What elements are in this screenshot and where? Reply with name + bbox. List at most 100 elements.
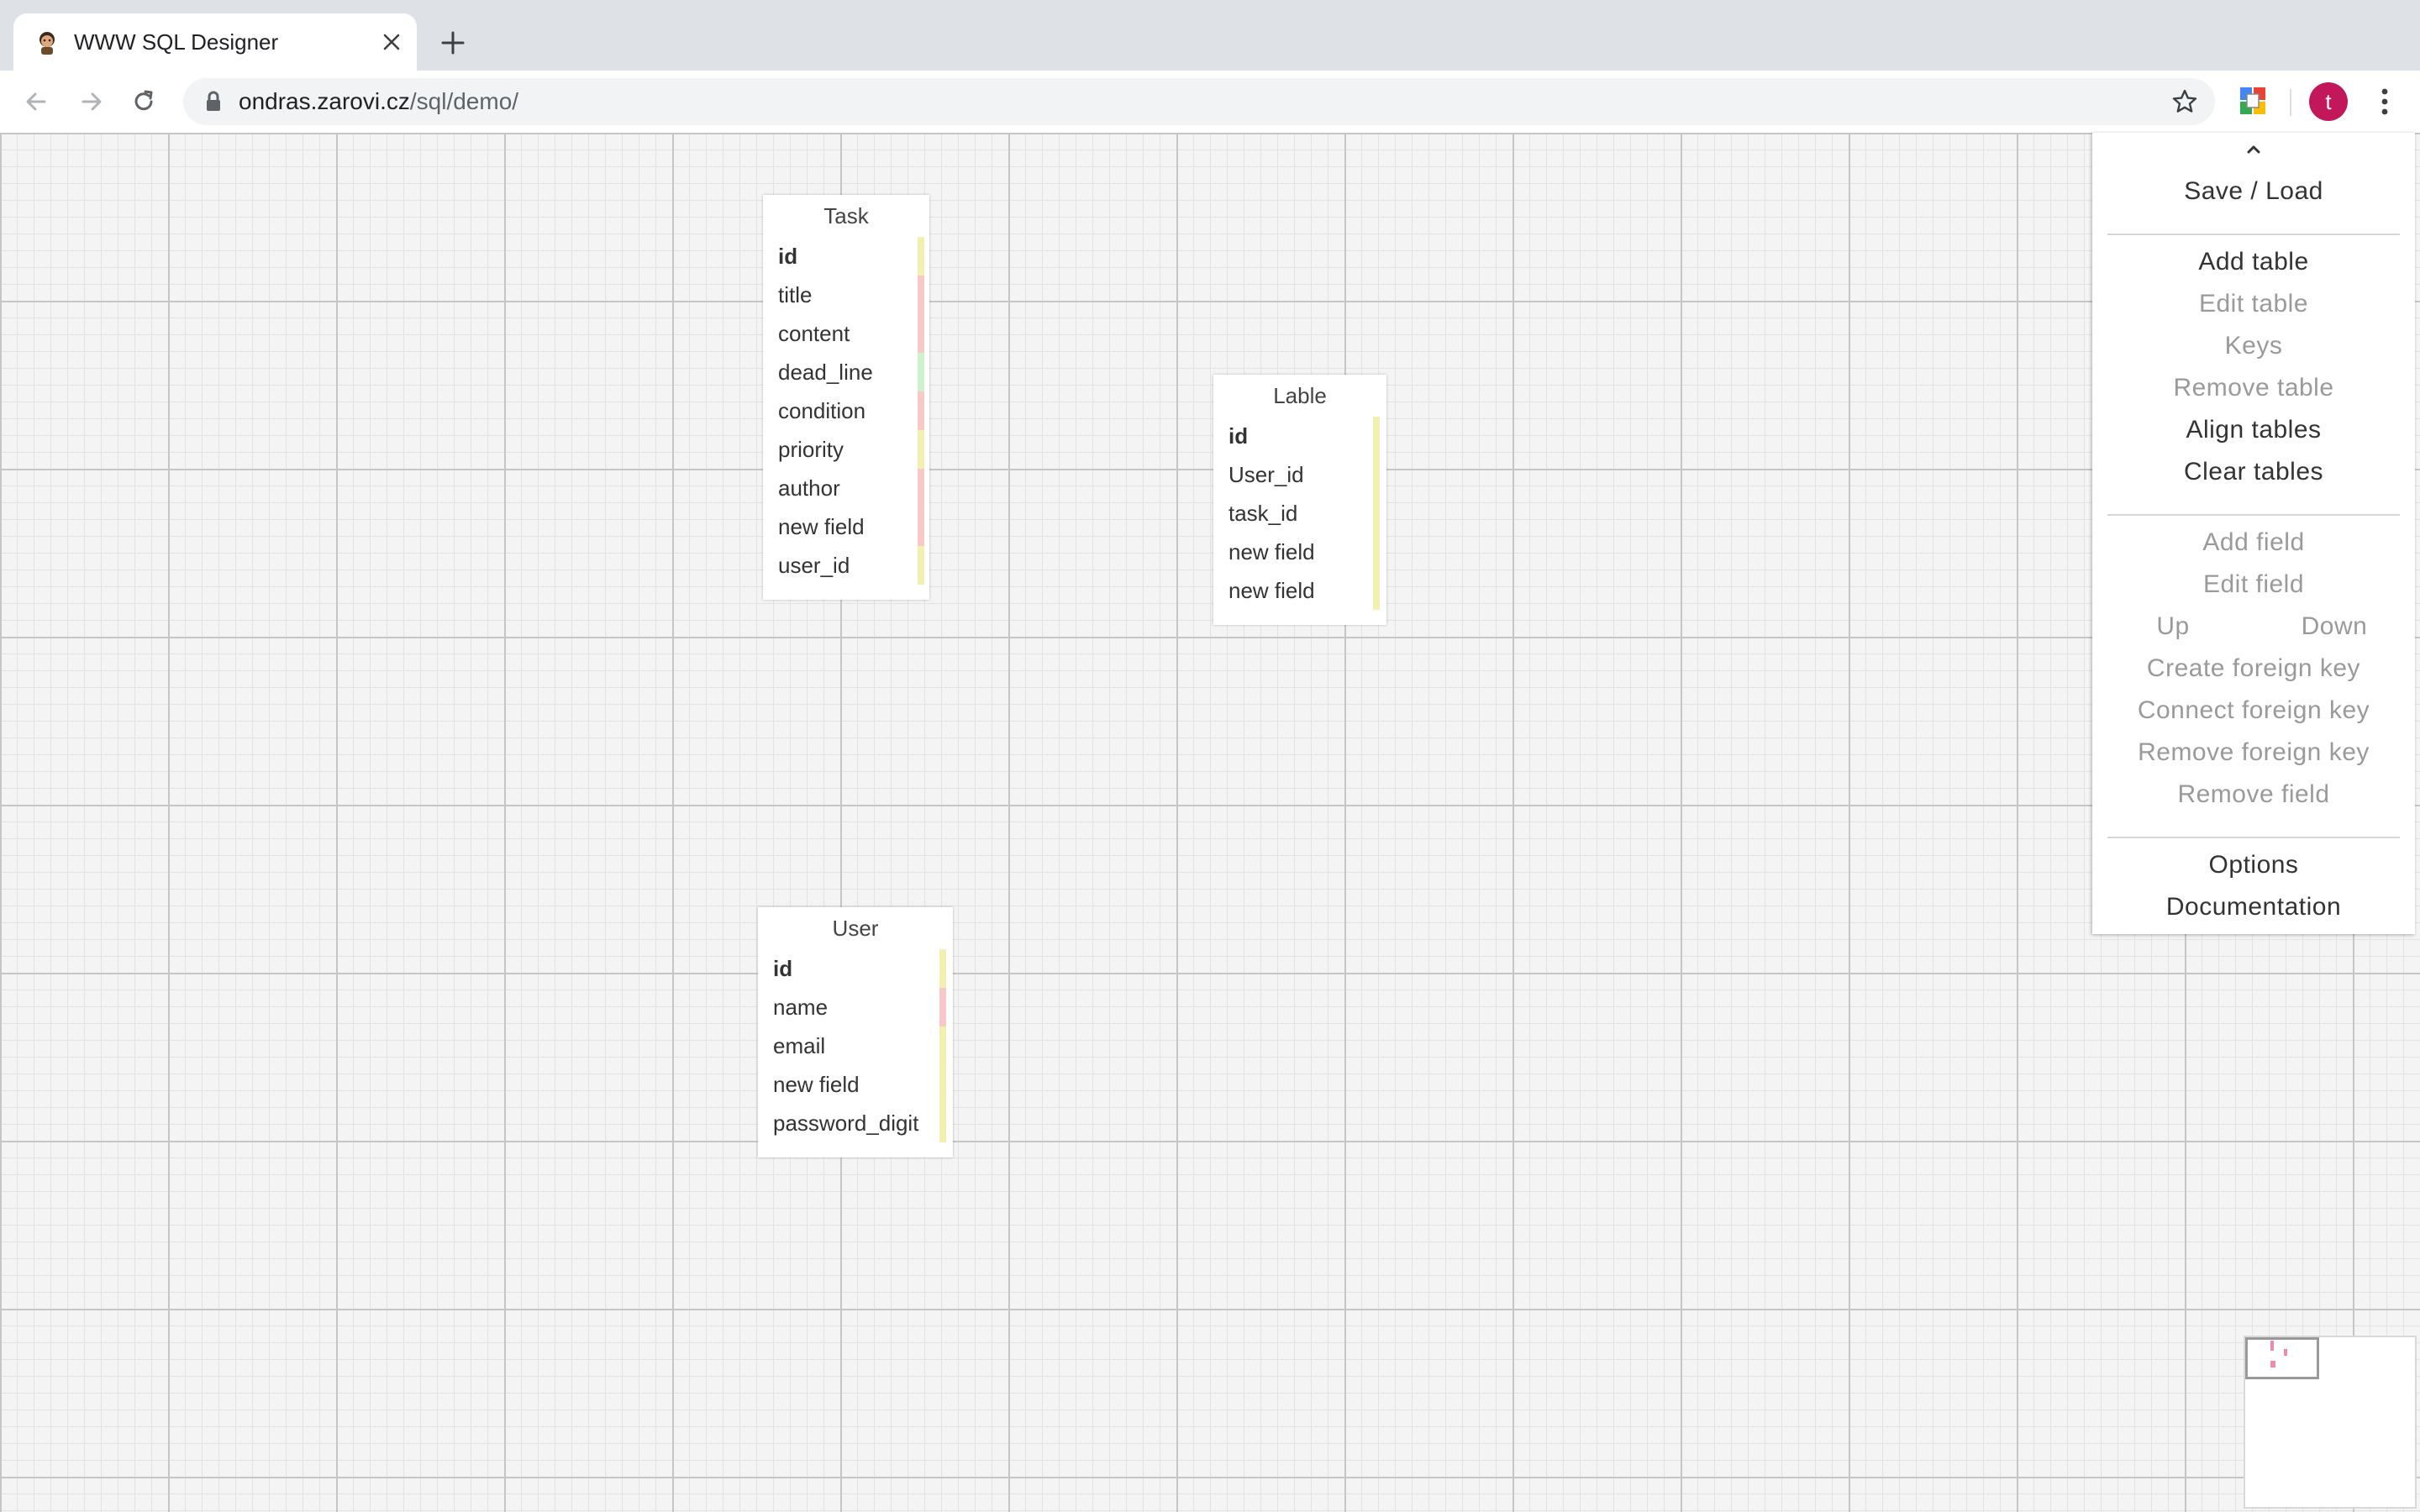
table-fields: id title content dead_line condition priority…: [763, 237, 929, 585]
url-text[interactable]: ondras.zarovi.cz/sql/demo/: [239, 88, 518, 115]
field-type-marker: [918, 237, 924, 276]
save-load-button[interactable]: Save / Load: [2092, 175, 2415, 208]
field-name: content: [778, 321, 850, 346]
field-down-button[interactable]: Down: [2254, 610, 2415, 643]
field-name: new field: [1228, 539, 1315, 564]
browser-tab[interactable]: WWW SQL Designer: [13, 13, 417, 71]
profile-avatar[interactable]: t: [2309, 82, 2348, 121]
table-fields: id User_id task_idnew field new field: [1213, 417, 1386, 610]
field-type-marker: [939, 988, 946, 1026]
field-row[interactable]: User_id: [1213, 455, 1386, 494]
remove-table-button[interactable]: Remove table: [2092, 371, 2415, 405]
field-row[interactable]: task_id: [1213, 494, 1386, 533]
remove-foreign-key-button[interactable]: Remove foreign key: [2092, 736, 2415, 769]
reload-icon[interactable]: [124, 82, 163, 121]
minimap-table-lable: [2284, 1349, 2287, 1356]
back-icon[interactable]: [17, 82, 55, 121]
bookmark-star-icon[interactable]: [2171, 88, 2198, 115]
design-canvas[interactable]: Task id title content dead_line condition pri…: [0, 133, 2420, 1512]
menu-divider: [2107, 234, 2400, 235]
field-name: title: [778, 282, 813, 307]
remove-field-button[interactable]: Remove field: [2092, 778, 2415, 811]
browser-toolbar: ondras.zarovi.cz/sql/demo/ t: [0, 71, 2420, 133]
minimap-viewport[interactable]: [2245, 1337, 2319, 1379]
keys-button[interactable]: Keys: [2092, 329, 2415, 363]
field-name: id: [1228, 423, 1249, 449]
clear-tables-button[interactable]: Clear tables: [2092, 455, 2415, 489]
field-row[interactable]: priority: [763, 430, 929, 469]
menu-divider: [2107, 837, 2400, 838]
field-name: name: [773, 995, 829, 1020]
field-name: id: [778, 244, 798, 269]
field-name: author: [778, 475, 840, 501]
field-up-button[interactable]: Up: [2092, 610, 2254, 643]
browser-menu-icon[interactable]: [2368, 84, 2402, 119]
connect-foreign-key-button[interactable]: Connect foreign key: [2092, 694, 2415, 727]
field-name: priority: [778, 437, 844, 462]
field-row[interactable]: dead_line: [763, 353, 929, 391]
chevron-up-icon[interactable]: [2240, 139, 2267, 160]
extension-icon[interactable]: [2238, 86, 2267, 116]
field-type-marker: [918, 546, 924, 585]
field-name: id: [773, 956, 793, 981]
table-title[interactable]: Lable: [1213, 375, 1386, 417]
add-table-button[interactable]: Add table: [2092, 245, 2415, 279]
documentation-button[interactable]: Documentation: [2092, 890, 2415, 924]
tab-title: WWW SQL Designer: [74, 29, 279, 55]
menu-divider: [2107, 514, 2400, 516]
table-fields: id name email new field password_digit: [758, 949, 953, 1142]
field-row[interactable]: new field: [1213, 571, 1386, 610]
options-button[interactable]: Options: [2092, 848, 2415, 882]
minimap[interactable]: [2244, 1336, 2417, 1509]
address-bar[interactable]: ondras.zarovi.cz/sql/demo/: [183, 78, 2215, 125]
field-row[interactable]: id: [763, 237, 929, 276]
field-row[interactable]: title: [763, 276, 929, 314]
site-favicon-icon: [39, 32, 55, 55]
field-type-marker: [1373, 533, 1380, 571]
field-type-marker: [1373, 417, 1380, 455]
field-name: condition: [778, 398, 866, 423]
field-name: task_id: [1228, 501, 1298, 526]
table-title[interactable]: User: [758, 907, 953, 949]
table-task[interactable]: Task id title content dead_line condition pri…: [763, 195, 929, 600]
close-tab-icon[interactable]: [376, 27, 407, 57]
edit-field-button[interactable]: Edit field: [2092, 568, 2415, 601]
field-row[interactable]: condition: [763, 391, 929, 430]
field-type-marker: [939, 949, 946, 988]
field-type-marker: [918, 353, 924, 391]
field-row[interactable]: id: [1213, 417, 1386, 455]
field-row[interactable]: new field: [763, 507, 929, 546]
field-row[interactable]: new field: [1213, 533, 1386, 571]
field-type-marker: [918, 391, 924, 430]
edit-table-button[interactable]: Edit table: [2092, 287, 2415, 321]
field-row[interactable]: author: [763, 469, 929, 507]
url-path: /sql/demo/: [409, 88, 519, 114]
field-row[interactable]: content: [763, 314, 929, 353]
table-title[interactable]: Task: [763, 195, 929, 237]
field-name: User_id: [1228, 462, 1304, 487]
field-name: new field: [1228, 578, 1315, 603]
lock-icon[interactable]: [202, 90, 225, 113]
field-row[interactable]: name: [758, 988, 953, 1026]
field-row[interactable]: user_id: [763, 546, 929, 585]
forward-icon[interactable]: [72, 82, 111, 121]
field-name: user_id: [778, 553, 850, 578]
field-type-marker: [939, 1065, 946, 1104]
field-name: password_digit: [773, 1110, 919, 1136]
create-foreign-key-button[interactable]: Create foreign key: [2092, 652, 2415, 685]
field-name: new field: [778, 514, 865, 539]
url-host: ondras.zarovi.cz: [239, 88, 410, 114]
field-row[interactable]: email: [758, 1026, 953, 1065]
new-tab-icon[interactable]: [435, 25, 471, 60]
table-lable[interactable]: Lable id User_id task_idnew field new field: [1213, 375, 1386, 625]
align-tables-button[interactable]: Align tables: [2092, 413, 2415, 447]
field-row[interactable]: new field: [758, 1065, 953, 1104]
field-type-marker: [918, 276, 924, 314]
tab-strip: WWW SQL Designer: [0, 0, 2420, 71]
field-type-marker: [939, 1026, 946, 1065]
field-row[interactable]: id: [758, 949, 953, 988]
field-type-marker: [1373, 494, 1380, 533]
add-field-button[interactable]: Add field: [2092, 526, 2415, 559]
table-user[interactable]: User id name email new field password_digit: [758, 907, 953, 1158]
field-row[interactable]: password_digit: [758, 1104, 953, 1142]
